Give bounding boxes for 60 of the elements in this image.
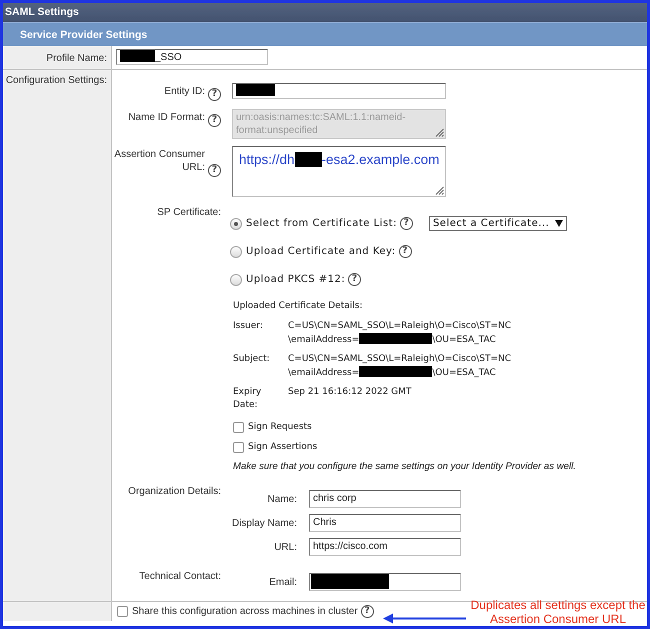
checkbox-label[interactable]: Sign Requests xyxy=(248,421,312,434)
input-field[interactable]: chris corp xyxy=(309,490,461,508)
input-field[interactable]: Chris xyxy=(309,514,461,532)
certificate-select[interactable]: Select a Certificate... xyxy=(428,216,567,231)
field-label: Entity ID: xyxy=(164,85,205,98)
window-title: SAML Settings xyxy=(3,3,647,22)
checkbox[interactable] xyxy=(117,606,128,617)
section-header: Service Provider Settings xyxy=(3,22,647,46)
caret-icon xyxy=(554,220,563,227)
detail-value: \OU=ESA_TAC xyxy=(432,335,496,345)
checkbox-label[interactable]: Share this configuration across machines in cluster xyxy=(132,605,358,618)
input-field[interactable] xyxy=(232,83,446,99)
help-icon[interactable]: ? xyxy=(348,273,362,286)
detail-value: C=US\CN=SAML_SSO\L=Raleigh\O=Cisco\ST=NC xyxy=(288,354,512,364)
radio-button[interactable] xyxy=(230,246,242,258)
detail-value: \emailAddress= xyxy=(288,335,360,345)
option-label[interactable]: Select from Certificate List: xyxy=(246,217,397,230)
detail-label: Subject: xyxy=(233,353,271,366)
field-label: Name ID Format: xyxy=(128,111,205,124)
field-label: Display Name: xyxy=(230,516,297,530)
resize-grip-icon xyxy=(435,128,444,137)
annotation-text: Duplicates all settings except the Assertion Consumer URL xyxy=(470,598,646,626)
hint-text: Make sure that you configure the same settings on your Identity Provider as well. xyxy=(233,460,576,473)
detail-value: \OU=ESA_TAC xyxy=(432,368,496,378)
detail-value: Sep 21 16:16:12 2022 GMT xyxy=(288,387,412,397)
redaction-bar xyxy=(236,84,275,96)
details-heading: Uploaded Certificate Details: xyxy=(233,300,364,313)
checkbox[interactable] xyxy=(233,442,244,453)
redaction-bar xyxy=(120,50,155,62)
option-label[interactable]: Upload Certificate and Key: xyxy=(246,245,396,258)
help-icon[interactable]: ? xyxy=(360,605,374,618)
help-icon[interactable]: ? xyxy=(208,164,221,177)
detail-label: Issuer: xyxy=(233,320,264,333)
text-area: urn:oasis:names:tc:SAML:1.1:nameid-format:unspecified xyxy=(232,109,446,139)
checkbox[interactable] xyxy=(233,422,244,433)
resize-grip-icon xyxy=(435,186,444,195)
redaction-bar xyxy=(294,152,322,167)
field-label: Technical Contact: xyxy=(139,570,221,583)
input-field[interactable]: https://cisco.com xyxy=(309,538,461,556)
field-label: URL: xyxy=(273,540,297,554)
checkbox-label[interactable]: Sign Assertions xyxy=(248,441,318,454)
field-label: Profile Name: xyxy=(46,52,107,65)
radio-button[interactable] xyxy=(230,274,242,286)
input-field[interactable] xyxy=(309,573,461,591)
detail-value: C=US\CN=SAML_SSO\L=Raleigh\O=Cisco\ST=NC xyxy=(288,321,512,331)
radio-button[interactable] xyxy=(230,218,242,230)
field-label: Configuration Settings: xyxy=(6,74,107,87)
profile-name-field[interactable]: _SSO xyxy=(116,49,268,65)
field-label: Email: xyxy=(268,576,297,588)
detail-label: Expiry Date: xyxy=(233,386,262,412)
help-icon[interactable]: ? xyxy=(400,217,413,230)
detail-value: \emailAddress= xyxy=(288,368,360,378)
field-label: Assertion Consumer URL: xyxy=(113,148,205,174)
field-label: Name: xyxy=(266,492,297,506)
text-area[interactable]: https://dh -esa2.example.com xyxy=(232,146,446,197)
field-label: SP Certificate: xyxy=(157,206,221,219)
help-icon[interactable]: ? xyxy=(208,88,221,101)
option-label[interactable]: Upload PKCS #12: xyxy=(246,273,346,286)
help-icon[interactable]: ? xyxy=(398,245,412,258)
field-label: Organization Details: xyxy=(128,485,221,498)
